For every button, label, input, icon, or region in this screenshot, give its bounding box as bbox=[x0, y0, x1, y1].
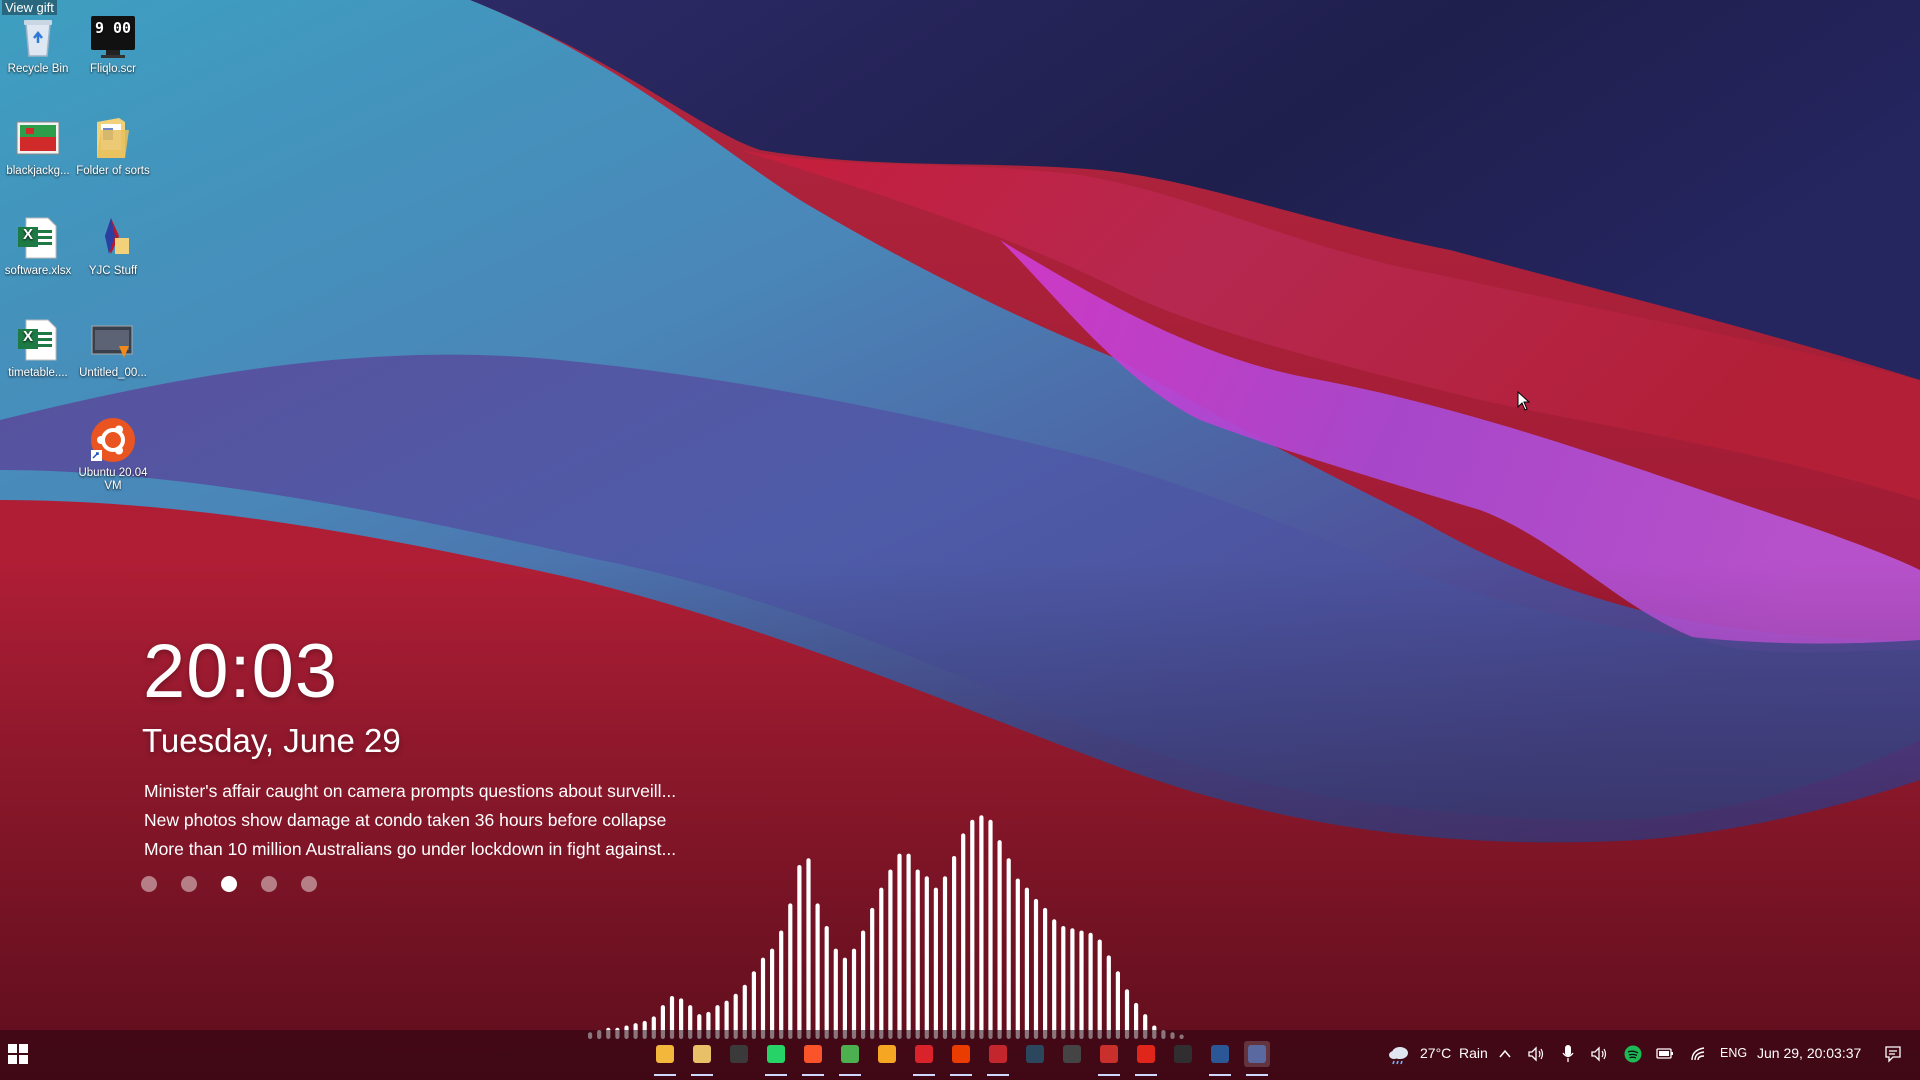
weather-condition[interactable]: Rain bbox=[1459, 1045, 1488, 1061]
wifi-icon[interactable] bbox=[1690, 1046, 1708, 1062]
spotify-icon[interactable] bbox=[1624, 1045, 1642, 1063]
volume-icon[interactable] bbox=[1590, 1045, 1608, 1063]
visualizer-bar bbox=[788, 903, 793, 1039]
chevron-up-icon[interactable] bbox=[1498, 1047, 1512, 1061]
visualizer-bar bbox=[1033, 898, 1039, 1039]
visualizer-bar bbox=[770, 948, 775, 1039]
obs-icon-glyph bbox=[1174, 1045, 1192, 1063]
visualizer-bar bbox=[751, 971, 756, 1039]
visualizer-bar bbox=[897, 853, 902, 1039]
visualizer-bar bbox=[933, 887, 938, 1039]
windows-start-icon[interactable] bbox=[8, 1044, 28, 1064]
visualizer-bar bbox=[861, 930, 866, 1039]
obs-icon[interactable] bbox=[1170, 1041, 1196, 1067]
chrome-icon-glyph bbox=[841, 1045, 859, 1063]
visualizer-bar bbox=[906, 853, 911, 1039]
taskbar: 27°C Rain ENG Jun 29, 20:03:37 bbox=[0, 1030, 1920, 1080]
visualizer-bar bbox=[851, 948, 857, 1039]
visualizer-bar bbox=[1088, 932, 1093, 1039]
visualizer-bar bbox=[1006, 858, 1011, 1039]
visualizer-bar bbox=[797, 864, 802, 1039]
mouse-cursor-icon bbox=[1517, 391, 1531, 411]
battery-icon[interactable] bbox=[1656, 1047, 1674, 1061]
visualizer-bar bbox=[1079, 930, 1084, 1039]
audio-visualizer bbox=[588, 815, 1184, 1039]
games-icon-glyph bbox=[1100, 1045, 1118, 1063]
red-app-icon-glyph bbox=[915, 1045, 933, 1063]
speaker-icon[interactable] bbox=[1527, 1045, 1545, 1063]
whatsapp-icon-glyph bbox=[767, 1045, 785, 1063]
notification-center-icon[interactable] bbox=[1884, 1045, 1902, 1063]
file-explorer-icon[interactable] bbox=[652, 1041, 678, 1076]
search-app-icon-glyph bbox=[1248, 1045, 1266, 1063]
window-app-icon[interactable] bbox=[1059, 1041, 1085, 1067]
chat-icon[interactable] bbox=[874, 1041, 900, 1067]
input-language[interactable]: ENG bbox=[1720, 1046, 1747, 1060]
red-app-icon[interactable] bbox=[911, 1041, 937, 1076]
steam-icon[interactable] bbox=[1022, 1041, 1048, 1067]
word-icon-glyph bbox=[1211, 1045, 1229, 1063]
visualizer-bar bbox=[915, 869, 920, 1039]
file-explorer-icon-glyph bbox=[656, 1045, 674, 1063]
brave-icon[interactable] bbox=[800, 1041, 826, 1076]
visualizer-bar bbox=[815, 903, 820, 1039]
folder-icon[interactable] bbox=[689, 1041, 715, 1076]
visualizer-bar bbox=[942, 876, 948, 1039]
visualizer-bar bbox=[1043, 907, 1048, 1039]
visualizer-bar bbox=[1070, 928, 1075, 1039]
weather-cloud-icon[interactable] bbox=[1387, 1042, 1411, 1066]
visualizer-bar bbox=[833, 948, 838, 1039]
visualizer-bar bbox=[924, 876, 929, 1039]
visualizer-bar bbox=[997, 840, 1002, 1039]
visualizer-bar bbox=[979, 815, 984, 1039]
visualizer-bar bbox=[806, 858, 811, 1039]
visualizer-bar bbox=[879, 887, 884, 1039]
visualizer-bar bbox=[988, 819, 993, 1039]
search-app-icon[interactable] bbox=[1244, 1041, 1270, 1076]
visualizer-bar bbox=[1061, 926, 1066, 1039]
calendar-icon[interactable] bbox=[985, 1041, 1011, 1076]
acrobat-icon[interactable] bbox=[1133, 1041, 1159, 1076]
brave-icon-glyph bbox=[804, 1045, 822, 1063]
terminal-icon[interactable] bbox=[726, 1041, 752, 1067]
view-gift-tooltip[interactable]: View gift bbox=[2, 0, 57, 15]
weather-temp[interactable]: 27°C bbox=[1420, 1045, 1451, 1061]
chrome-icon[interactable] bbox=[837, 1041, 863, 1076]
visualizer-bar bbox=[842, 957, 847, 1039]
visualizer-bar bbox=[1024, 887, 1029, 1039]
visualizer-bar bbox=[1097, 939, 1102, 1039]
visualizer-bar bbox=[779, 930, 784, 1039]
visualizer-bar bbox=[1015, 878, 1020, 1039]
visualizer-bar bbox=[1115, 971, 1120, 1039]
system-clock[interactable]: Jun 29, 20:03:37 bbox=[1757, 1045, 1861, 1061]
visualizer-bar bbox=[1052, 919, 1057, 1039]
word-icon[interactable] bbox=[1207, 1041, 1233, 1076]
visualizer-bar bbox=[970, 819, 975, 1039]
visualizer-bar bbox=[824, 926, 829, 1039]
office-icon-glyph bbox=[952, 1045, 970, 1063]
window-app-icon-glyph bbox=[1063, 1045, 1081, 1063]
folder-icon-glyph bbox=[693, 1045, 711, 1063]
visualizer-bar bbox=[760, 957, 766, 1039]
visualizer-bar bbox=[1106, 955, 1111, 1039]
chat-icon-glyph bbox=[878, 1045, 896, 1063]
steam-icon-glyph bbox=[1026, 1045, 1044, 1063]
office-icon[interactable] bbox=[948, 1041, 974, 1076]
visualizer-bar bbox=[952, 855, 957, 1039]
visualizer-bar bbox=[870, 907, 875, 1039]
visualizer-bar bbox=[961, 833, 966, 1039]
calendar-icon-glyph bbox=[989, 1045, 1007, 1063]
whatsapp-icon[interactable] bbox=[763, 1041, 789, 1076]
microphone-icon[interactable] bbox=[1561, 1044, 1575, 1064]
visualizer-bar bbox=[888, 869, 893, 1039]
acrobat-icon-glyph bbox=[1137, 1045, 1155, 1063]
games-icon[interactable] bbox=[1096, 1041, 1122, 1076]
terminal-icon-glyph bbox=[730, 1045, 748, 1063]
